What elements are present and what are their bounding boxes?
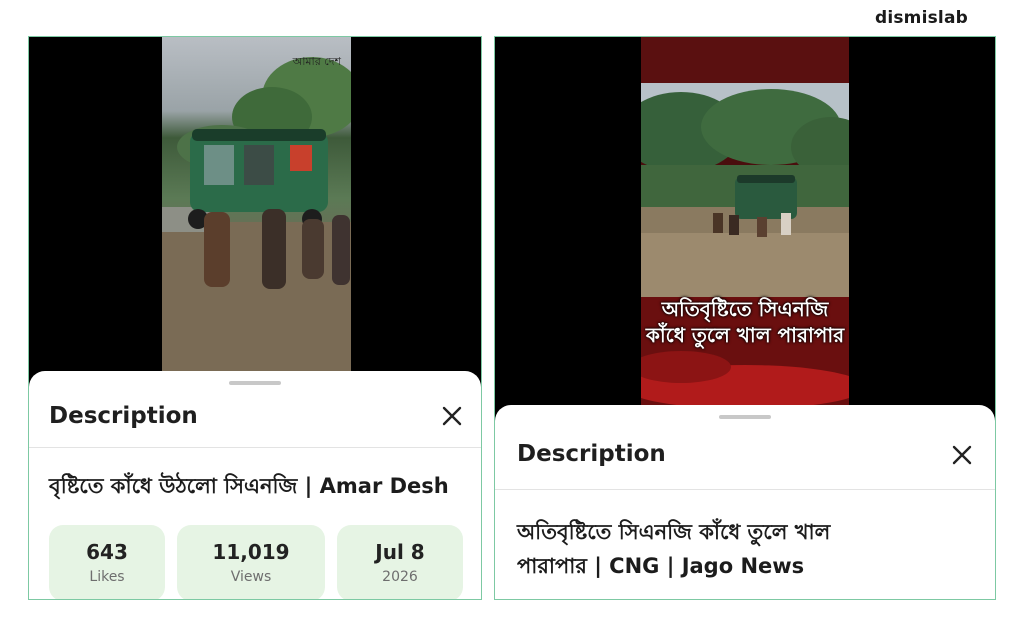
drag-handle[interactable] <box>719 415 771 419</box>
left-screenshot: আমার দেশ Description বৃষ্টিতে কাঁধে উঠলো… <box>28 36 482 600</box>
right-screenshot: অতিবৃষ্টিতে সিএনজি কাঁধে তুলে খাল পারাপা… <box>494 36 996 600</box>
sheet-title: Description <box>49 403 198 429</box>
sheet-title: Description <box>517 441 666 467</box>
stat-value: 11,019 <box>212 540 290 564</box>
divider <box>29 447 481 448</box>
close-icon[interactable] <box>951 444 973 466</box>
close-icon[interactable] <box>441 405 463 427</box>
stat-value: 643 <box>86 540 128 564</box>
video-description-line1: অতিবৃষ্টিতে সিএনজি কাঁধে তুলে খাল <box>517 520 831 544</box>
video-caption-line1: অতিবৃষ্টিতে সিএনজি <box>661 297 829 321</box>
stat-likes: 643 Likes <box>49 525 165 599</box>
video-frame-right <box>641 37 849 407</box>
description-sheet-right: Description অতিবৃষ্টিতে সিএনজি কাঁধে তুল… <box>495 405 995 599</box>
stat-value: Jul 8 <box>375 540 425 564</box>
channel-watermark: আমার দেশ <box>292 55 341 68</box>
video-player-left[interactable]: আমার দেশ <box>162 37 351 373</box>
stat-label: Views <box>230 569 272 585</box>
divider <box>495 489 995 490</box>
video-description: বৃষ্টিতে কাঁধে উঠলো সিএনজি | Amar Desh <box>49 474 449 498</box>
video-description-line2: পারাপার | CNG | Jago News <box>517 554 805 578</box>
video-player-right[interactable]: অতিবৃষ্টিতে সিএনজি কাঁধে তুলে খাল পারাপা… <box>641 37 849 407</box>
brand-logo: dismislab <box>874 8 968 28</box>
video-frame-left <box>162 57 351 373</box>
stat-label: 2026 <box>382 569 418 585</box>
stat-label: Likes <box>89 569 125 585</box>
stat-date: Jul 8 2026 <box>337 525 463 599</box>
video-caption-line2: কাঁধে তুলে খাল পারাপার <box>645 323 845 347</box>
stat-views: 11,019 Views <box>177 525 325 599</box>
drag-handle[interactable] <box>229 381 281 385</box>
